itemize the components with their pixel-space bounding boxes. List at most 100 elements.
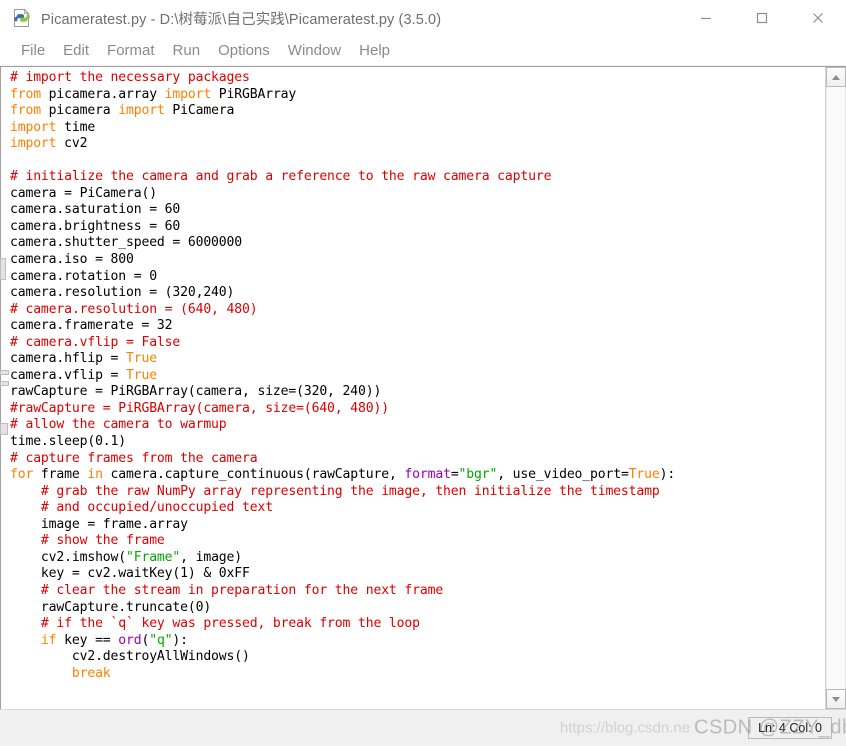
code-token: import <box>118 103 165 119</box>
code-token: ): <box>659 467 676 483</box>
menu-item-run[interactable]: Run <box>164 37 210 65</box>
code-line: if key == ord("q"): <box>10 633 825 650</box>
code-line: rawCapture = PiRGBArray(camera, size=(32… <box>10 384 825 401</box>
code-line: import cv2 <box>10 136 825 153</box>
code-token: camera.brightness = 60 <box>10 218 181 234</box>
code-token: time <box>56 119 96 135</box>
code-token: for <box>10 467 34 483</box>
code-line: camera.hflip = True <box>10 351 825 368</box>
menu-item-help[interactable]: Help <box>350 37 399 65</box>
code-line: for frame in camera.capture_continuous(r… <box>10 467 825 484</box>
edge-artifact <box>0 258 6 280</box>
scrollbar-track[interactable] <box>826 87 846 689</box>
code-line: # import the necessary packages <box>10 70 825 87</box>
code-token: , image) <box>180 549 243 565</box>
menu-item-edit[interactable]: Edit <box>54 37 98 65</box>
code-token: picamera <box>40 103 119 119</box>
code-token: # grab the raw NumPy array representing … <box>10 483 660 499</box>
code-token: cv2.destroyAllWindows() <box>10 649 250 665</box>
code-token: # import the necessary packages <box>10 70 250 85</box>
menu-item-file[interactable]: File <box>12 37 54 65</box>
code-token: True <box>628 467 660 483</box>
edge-artifact <box>0 370 9 375</box>
code-line: time.sleep(0.1) <box>10 434 825 451</box>
maximize-button[interactable] <box>734 0 790 36</box>
code-token: True <box>126 367 157 383</box>
code-token: camera.vflip = <box>10 367 126 383</box>
code-token: cv2.imshow( <box>10 549 126 565</box>
code-token: "bgr" <box>458 467 498 483</box>
code-token: camera.rotation = 0 <box>10 268 157 284</box>
code-text-area[interactable]: # import the necessary packages from pica… <box>1 67 825 709</box>
close-button[interactable] <box>790 0 846 36</box>
code-line: camera.resolution = (320,240) <box>10 285 825 302</box>
code-token: cv2 <box>56 136 88 152</box>
code-token: key = cv2.waitKey(1) & 0xFF <box>10 566 250 582</box>
code-token: = <box>450 467 459 483</box>
code-token: in <box>87 467 103 483</box>
code-token: import <box>10 136 57 152</box>
code-line: from picamera import PiCamera <box>10 103 825 120</box>
source-code: # import the necessary packages from pica… <box>10 70 825 682</box>
code-token: import <box>10 119 57 135</box>
menu-item-options[interactable]: Options <box>209 37 279 65</box>
code-token: # camera.resolution = (640, 480) <box>10 301 258 317</box>
status-bar: https://blog.csdn.ne CSDN @ZZY_db Ln: 4 … <box>0 709 846 746</box>
code-line: # camera.resolution = (640, 480) <box>10 302 825 319</box>
code-token: picamera.array <box>40 86 165 102</box>
code-line: #rawCapture = PiRGBArray(camera, size=(6… <box>10 401 825 418</box>
scroll-down-icon[interactable] <box>826 689 846 709</box>
title-bar: Picameratest.py - D:\树莓派\自己实践\Picamerate… <box>0 0 846 37</box>
code-line: cv2.destroyAllWindows() <box>10 649 825 666</box>
code-token: # allow the camera to warmup <box>10 417 227 433</box>
code-token: # initialize the camera and grab a refer… <box>10 169 552 185</box>
code-token: PiRGBArray <box>211 86 297 102</box>
code-line: image = frame.array <box>10 517 825 534</box>
menu-item-format[interactable]: Format <box>98 37 164 65</box>
code-token: time.sleep(0.1) <box>10 434 126 450</box>
code-token: image = frame.array <box>10 516 188 532</box>
window-controls <box>678 0 846 36</box>
code-line: # allow the camera to warmup <box>10 417 825 434</box>
menu-bar: File Edit Format Run Options Window Help <box>0 37 846 66</box>
code-token: camera = PiCamera() <box>10 185 157 201</box>
code-token: # show the frame <box>10 533 165 549</box>
code-token: # camera.vflip = False <box>10 334 181 350</box>
code-token: from <box>10 103 41 119</box>
code-line: camera.iso = 800 <box>10 252 825 269</box>
code-token: "q" <box>149 632 173 648</box>
menu-item-window[interactable]: Window <box>279 37 350 65</box>
code-line: camera.rotation = 0 <box>10 269 825 286</box>
cursor-position-indicator: Ln: 4 Col: 0 <box>748 717 832 739</box>
window-title: Picameratest.py - D:\树莓派\自己实践\Picamerate… <box>41 11 442 28</box>
code-line: # if the `q` key was pressed, break from… <box>10 616 825 633</box>
vertical-scrollbar[interactable] <box>825 67 846 709</box>
code-token: frame <box>33 467 88 483</box>
code-token: camera.framerate = 32 <box>10 318 173 334</box>
code-token: camera.resolution = (320,240) <box>10 285 235 301</box>
code-line: key = cv2.waitKey(1) & 0xFF <box>10 566 825 583</box>
code-token: if <box>40 632 57 648</box>
code-line: cv2.imshow("Frame", image) <box>10 550 825 567</box>
code-token: ): <box>172 632 188 648</box>
code-line: camera.saturation = 60 <box>10 202 825 219</box>
code-token: camera.shutter_speed = 6000000 <box>10 235 242 251</box>
code-token: PiCamera <box>164 103 235 119</box>
code-token: , use_video_port= <box>497 467 629 483</box>
watermark-url: https://blog.csdn.ne <box>560 719 691 737</box>
title-bar-left: Picameratest.py - D:\树莓派\自己实践\Picamerate… <box>0 8 678 29</box>
edge-artifact <box>0 381 9 386</box>
scroll-up-icon[interactable] <box>826 67 846 87</box>
minimize-button[interactable] <box>678 0 734 36</box>
code-line: # show the frame <box>10 533 825 550</box>
code-line: # camera.vflip = False <box>10 335 825 352</box>
code-token: camera.iso = 800 <box>10 252 134 268</box>
code-line: # capture frames from the camera <box>10 451 825 468</box>
code-line: # and occupied/unoccupied text <box>10 500 825 517</box>
code-line: # initialize the camera and grab a refer… <box>10 169 825 186</box>
code-token: format <box>404 467 451 483</box>
code-token: from <box>10 86 41 102</box>
code-token: # and occupied/unoccupied text <box>10 500 273 516</box>
